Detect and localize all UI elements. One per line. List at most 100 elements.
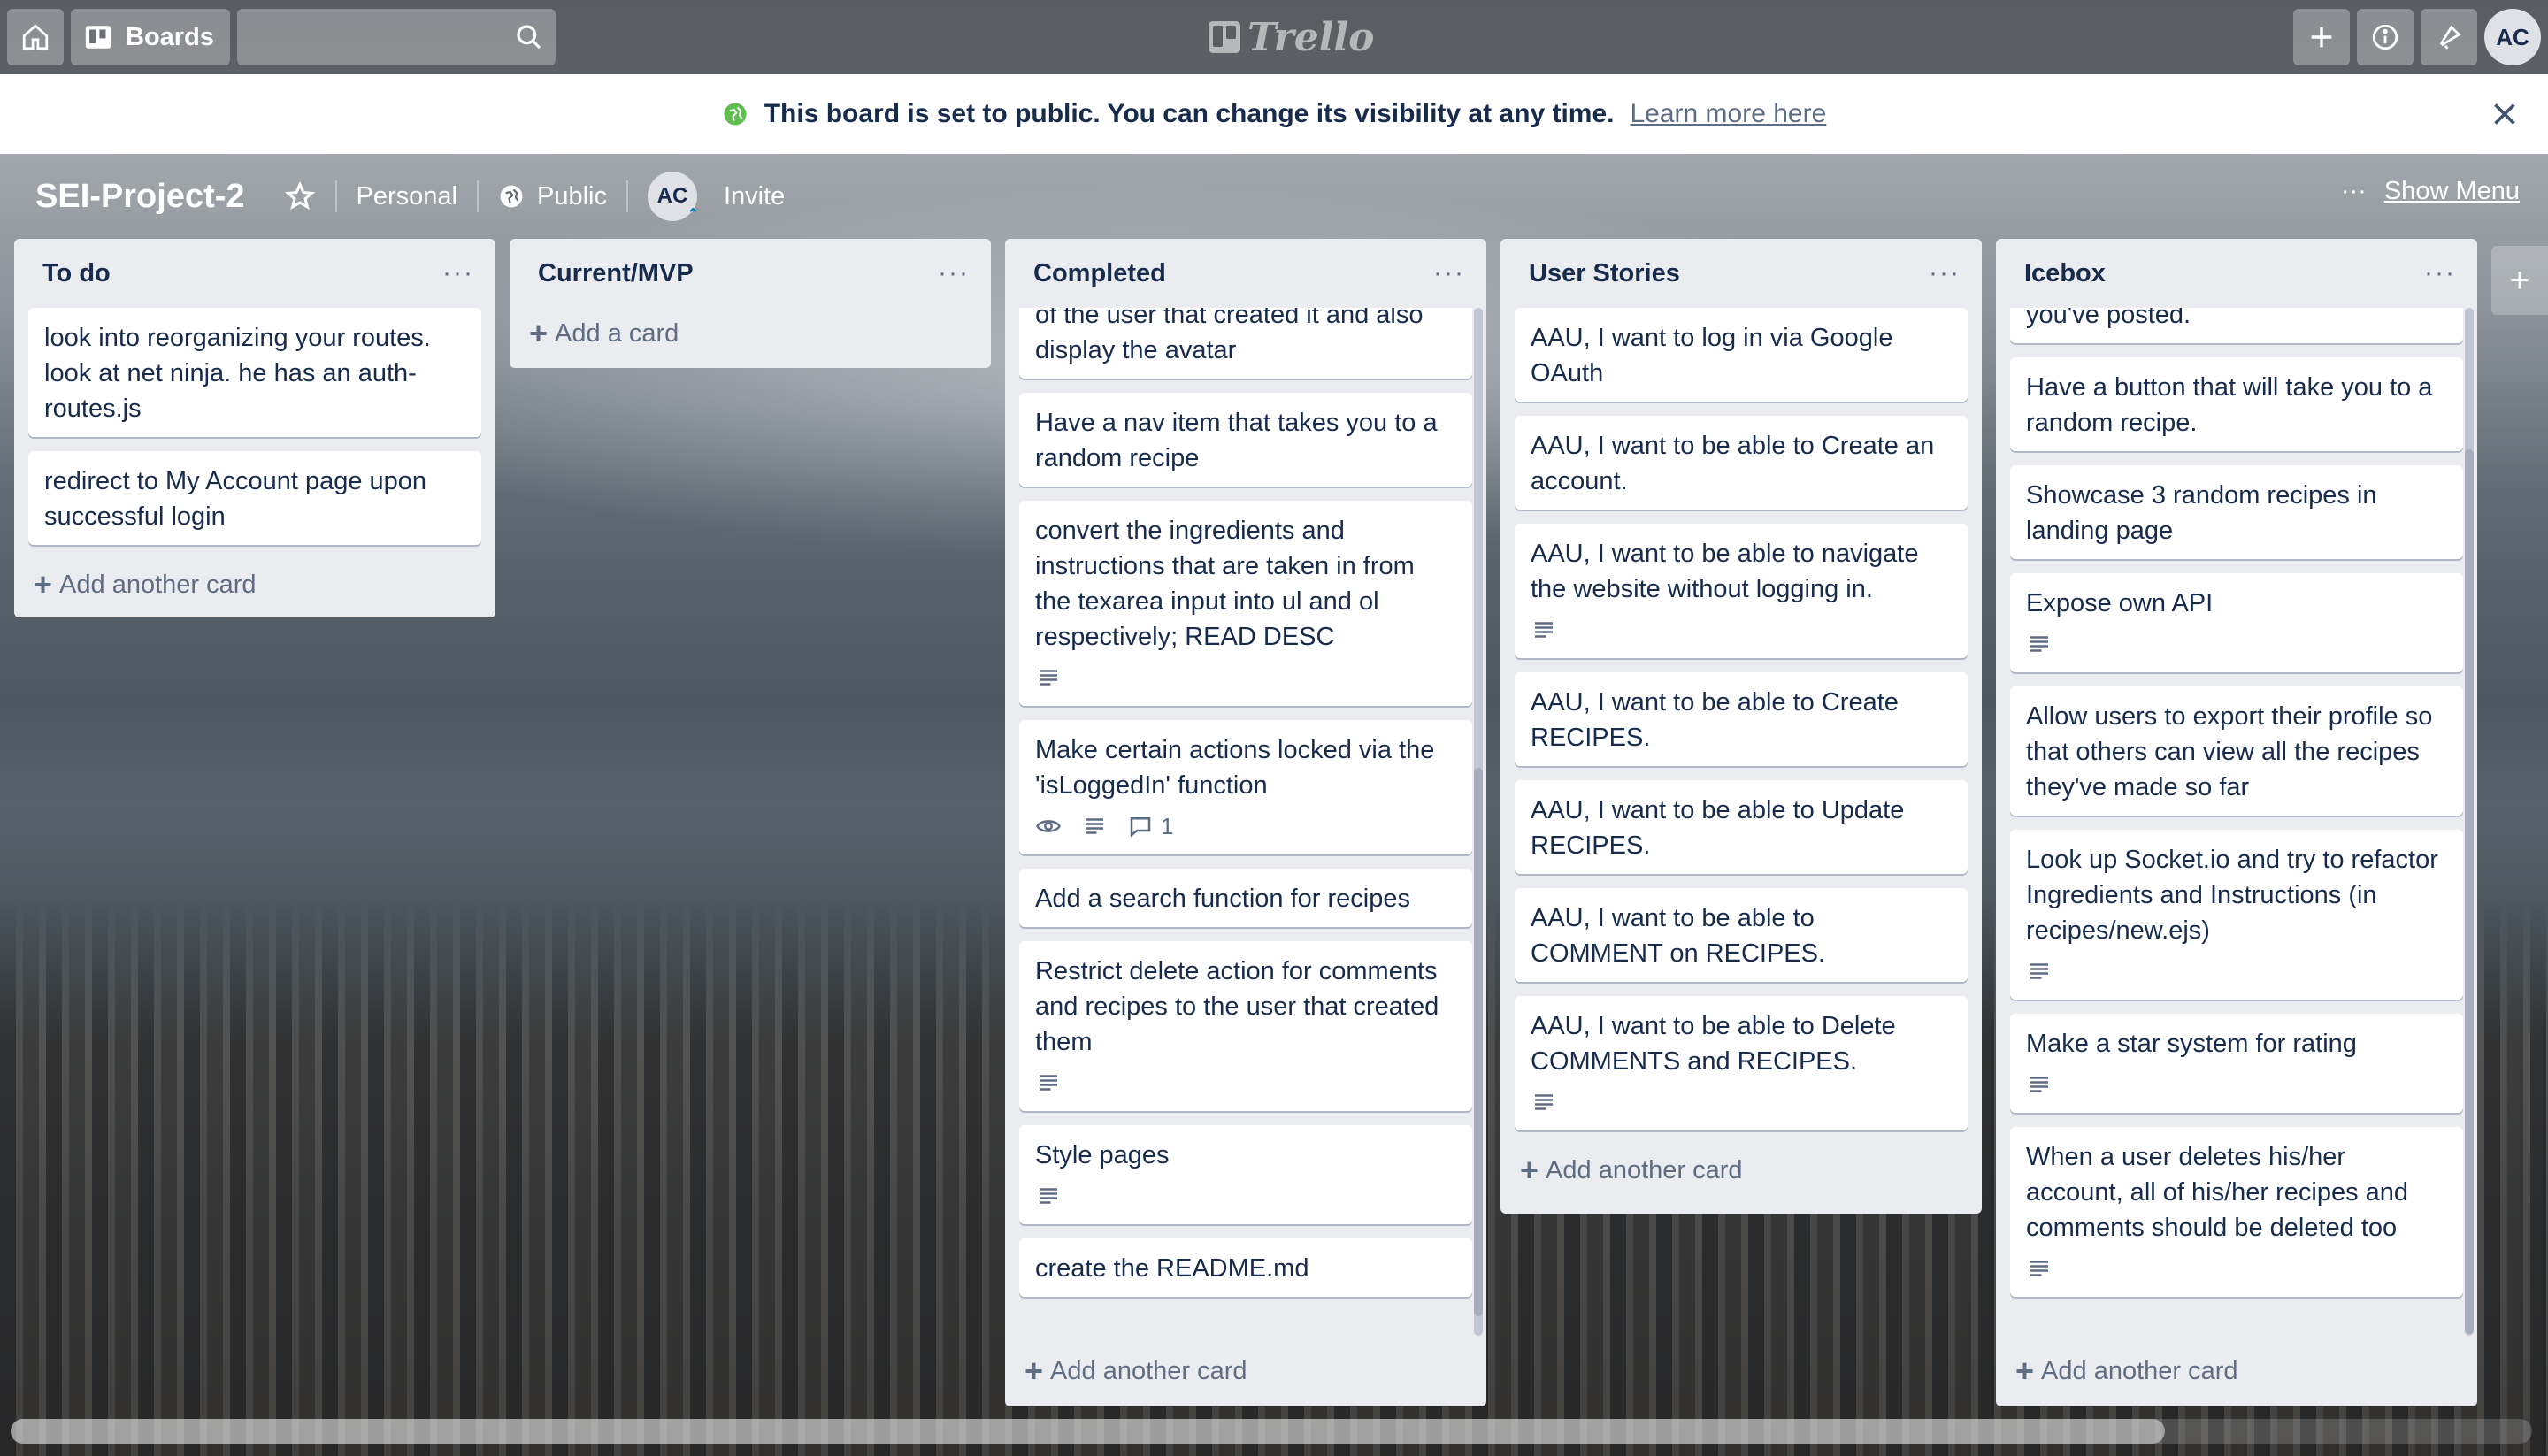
list-menu-icon[interactable]: ··· (1433, 258, 1465, 288)
list-card[interactable]: you've posted. (2010, 308, 2463, 343)
list-card[interactable]: Style pages (1019, 1125, 1472, 1224)
boards-icon (85, 26, 111, 49)
list-card[interactable]: Make a star system for rating (2010, 1014, 2463, 1113)
description-icon (1535, 1094, 1553, 1110)
list-card[interactable]: AAU, I want to be able to Update RECIPES… (1515, 780, 1968, 874)
card-badges (2026, 626, 2447, 662)
header-divider (477, 180, 479, 212)
add-card-label: Add another card (1050, 1356, 1247, 1385)
list-card[interactable]: AAU, I want to be able to navigate the w… (1515, 524, 1968, 658)
board-title[interactable]: SEI-Project-2 (35, 178, 245, 216)
list-scrollbar[interactable] (2465, 308, 2474, 1336)
list-menu-icon[interactable]: ··· (938, 258, 970, 288)
boards-button[interactable]: Boards (71, 9, 230, 65)
list-card[interactable]: AAU, I want to log in via Google OAuth (1515, 308, 1968, 402)
list-card[interactable]: of the user that created it and also dis… (1019, 308, 1472, 379)
list-card[interactable]: Have a button that will take you to a ra… (2010, 357, 2463, 451)
card-title: Have a nav item that takes you to a rand… (1035, 409, 1438, 472)
list-title[interactable]: To do (42, 259, 111, 288)
list-title[interactable]: Completed (1033, 259, 1166, 288)
list-card[interactable]: look into reorganizing your routes. look… (28, 308, 481, 437)
card-container: AAU, I want to log in via Google OAuth A… (1500, 308, 1982, 1145)
visibility-button[interactable]: Public (498, 182, 607, 211)
card-title: AAU, I want to be able to Update RECIPES… (1531, 796, 1905, 860)
list-header[interactable]: Completed ··· (1005, 239, 1486, 308)
list-card[interactable]: Expose own API (2010, 573, 2463, 672)
list-card[interactable]: AAU, I want to be able to COMMENT on REC… (1515, 888, 1968, 982)
top-header: Boards Trello AC (0, 0, 2548, 74)
board-member-avatar[interactable]: AC ⌃ (648, 172, 699, 222)
trello-logo[interactable]: Trello (1209, 15, 1375, 60)
list-completed: Completed ··· of the user that created i… (1005, 239, 1486, 1406)
card-title: of the user that created it and also dis… (1035, 308, 1424, 364)
list-card[interactable]: redirect to My Account page upon success… (28, 451, 481, 545)
banner-close-button[interactable] (2484, 94, 2525, 134)
list-scrollbar[interactable] (1474, 308, 1483, 1336)
invite-button[interactable]: Invite (724, 182, 785, 211)
board-scrollbar-thumb[interactable] (11, 1419, 2165, 1444)
card-title: Expose own API (2026, 589, 2214, 617)
list-card[interactable]: convert the ingredients and instructions… (1019, 501, 1472, 706)
list-menu-icon[interactable]: ··· (1929, 258, 1961, 288)
card-title: Showcase 3 random recipes in landing pag… (2026, 481, 2377, 545)
list-header[interactable]: User Stories ··· (1500, 239, 1982, 308)
list-card[interactable]: AAU, I want to be able to Create an acco… (1515, 416, 1968, 510)
admin-chevron-icon: ⌃ (687, 207, 699, 222)
list-card[interactable]: AAU, I want to be able to Create RECIPES… (1515, 672, 1968, 766)
list-card[interactable]: Restrict delete action for comments and … (1019, 941, 1472, 1111)
list-scrollbar-thumb[interactable] (2465, 449, 2474, 1334)
card-title: AAU, I want to log in via Google OAuth (1531, 324, 1893, 387)
card-title: Style pages (1035, 1141, 1170, 1169)
search-input[interactable] (236, 9, 556, 65)
card-title: AAU, I want to be able to COMMENT on REC… (1531, 904, 1826, 968)
board-scrollbar[interactable] (11, 1419, 2532, 1444)
add-card-button[interactable]: + Add another card (1500, 1145, 1982, 1196)
list-header[interactable]: Icebox ··· (1996, 239, 2477, 308)
list-card[interactable]: When a user deletes his/her account, all… (2010, 1127, 2463, 1297)
add-card-button[interactable]: + Add another card (1996, 1336, 2477, 1406)
list-header[interactable]: Current/MVP ··· (510, 239, 991, 308)
list-title[interactable]: Current/MVP (538, 259, 694, 288)
notifications-button[interactable] (2421, 9, 2477, 65)
star-icon[interactable] (284, 180, 316, 212)
team-button[interactable]: Personal (357, 182, 457, 211)
list-card[interactable]: Allow users to export their profile so t… (2010, 686, 2463, 816)
add-card-button[interactable]: + Add another card (14, 559, 495, 610)
description-icon (2030, 963, 2048, 979)
list-menu-icon[interactable]: ··· (2424, 258, 2456, 288)
description-icon (2030, 1261, 2048, 1276)
info-icon (2372, 24, 2398, 50)
info-button[interactable] (2357, 9, 2414, 65)
list-title[interactable]: Icebox (2024, 259, 2106, 288)
plus-icon: + (1025, 1353, 1044, 1389)
member-avatar[interactable]: AC (2484, 9, 2541, 65)
home-button[interactable] (7, 9, 64, 65)
learn-more-link[interactable]: Learn more here (1630, 99, 1826, 129)
show-menu-button[interactable]: ··· Show Menu (2341, 177, 2520, 206)
list-card[interactable]: Add a search function for recipes (1019, 869, 1472, 927)
card-badges (2026, 954, 2447, 989)
add-list-button[interactable]: + (2491, 246, 2548, 315)
trello-logo-icon (1209, 21, 1240, 53)
watch-icon (1036, 820, 1061, 832)
card-badges (1035, 1178, 1456, 1214)
list-scrollbar-thumb[interactable] (1474, 768, 1483, 1316)
list-card[interactable]: Showcase 3 random recipes in landing pag… (2010, 465, 2463, 559)
list-card[interactable]: AAU, I want to be able to Delete COMMENT… (1515, 996, 1968, 1130)
add-card-button[interactable]: + Add another card (1005, 1336, 1486, 1406)
card-title: Have a button that will take you to a ra… (2026, 373, 2433, 437)
add-card-button[interactable]: + Add a card (510, 308, 991, 359)
list-header[interactable]: To do ··· (14, 239, 495, 308)
list-card[interactable]: Make certain actions locked via the 'isL… (1019, 720, 1472, 854)
list-icebox: Icebox ··· you've posted. Have a button … (1996, 239, 2477, 1406)
card-title: redirect to My Account page upon success… (44, 467, 427, 531)
list-menu-icon[interactable]: ··· (442, 258, 474, 288)
list-title[interactable]: User Stories (1529, 259, 1680, 288)
list-card[interactable]: Have a nav item that takes you to a rand… (1019, 393, 1472, 487)
create-button[interactable] (2293, 9, 2350, 65)
comment-icon (1130, 817, 1151, 838)
globe-icon (500, 185, 523, 208)
list-card[interactable]: Look up Socket.io and try to refactor In… (2010, 830, 2463, 1000)
list-card[interactable]: create the README.md (1019, 1238, 1472, 1297)
visibility-label: Public (537, 181, 607, 211)
